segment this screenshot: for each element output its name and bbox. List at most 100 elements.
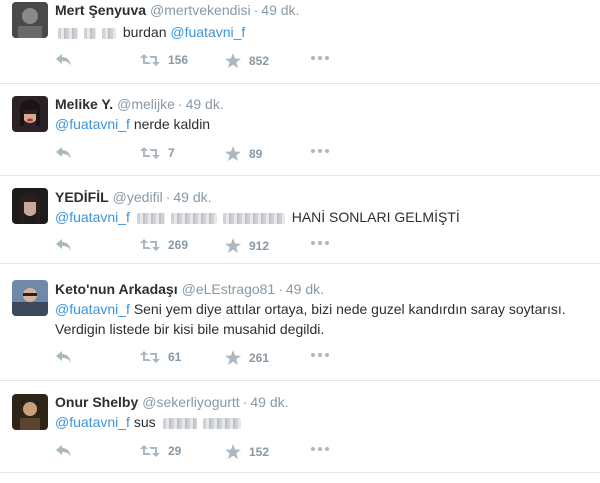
retweet-count: 29 [168,444,182,458]
retweet-button[interactable]: 29 [140,444,181,458]
mention-link[interactable]: @fuatavni_f [170,24,245,40]
timestamp[interactable]: 49 dk. [173,189,211,205]
reply-button[interactable] [55,238,72,252]
reply-icon [56,54,71,66]
reply-icon [56,445,71,457]
favorite-count: 912 [249,238,270,253]
retweet-button[interactable]: 61 [140,350,181,364]
tweet-text-body: nerde kaldin [133,116,211,132]
display-name[interactable]: Keto'nun Arkadaşı [55,281,178,297]
more-button[interactable] [310,148,330,154]
retweet-icon [140,445,160,457]
retweet-count: 61 [168,350,182,364]
more-icon [311,241,329,245]
timestamp[interactable]: 49 dk. [186,96,224,112]
more-icon [311,149,329,153]
avatar[interactable] [12,96,48,132]
tweet-text: @fuatavni_f nerde kaldin [55,114,588,134]
more-icon [311,353,329,357]
mention-link[interactable]: @fuatavni_f [55,209,130,225]
timestamp[interactable]: 49 dk. [261,2,299,18]
username[interactable]: @yedifil [113,189,163,205]
reply-button[interactable] [55,350,72,364]
reply-button[interactable] [55,146,72,160]
tweet-header: Melike Y. @melijke · 49 dk. [55,95,224,113]
mention-link[interactable]: @fuatavni_f [55,414,130,430]
favorite-button[interactable]: 89 [225,146,262,161]
favorite-button[interactable]: 261 [225,350,269,365]
username[interactable]: @eLEstrago81 [182,281,276,297]
reply-button[interactable] [55,444,72,458]
username[interactable]: @mertvekendisi [150,2,251,18]
blurred-text [170,212,217,224]
tweet: Onur Shelby @sekerliyogurtt · 49 dk. @fuata… [0,381,600,473]
favorite-button[interactable]: 152 [225,444,269,459]
mention-link[interactable]: @fuatavni_f [55,301,130,317]
separator: · [165,189,171,205]
more-button[interactable] [310,446,330,452]
tweet-actions: 156 852 [55,53,355,73]
timestamp[interactable]: 49 dk. [250,394,288,410]
tweet-text-body: Seni yem diye attılar ortaya, bizi nede … [55,301,566,337]
reply-button[interactable] [55,53,72,67]
blurred-text [84,27,96,39]
blurred-text [136,212,165,224]
tweet-actions: 61 261 [55,350,355,370]
retweet-button[interactable]: 156 [140,53,188,67]
star-icon [225,53,241,68]
tweet-header: Mert Şenyuva @mertvekendisi · 49 dk. [55,1,299,19]
favorite-count: 89 [249,146,263,161]
username[interactable]: @melijke [117,96,175,112]
display-name[interactable]: YEDİFİL [55,189,109,205]
display-name[interactable]: Onur Shelby [55,394,138,410]
more-button[interactable] [310,352,330,358]
retweet-button[interactable]: 269 [140,238,188,252]
more-icon [311,447,329,451]
star-icon [225,350,241,365]
display-name[interactable]: Melike Y. [55,96,113,112]
separator: · [242,394,248,410]
star-icon [225,146,241,161]
separator: · [278,281,283,297]
username[interactable]: @sekerliyogurtt [142,394,239,410]
tweet-text: burdan @fuatavni_f [55,22,588,42]
avatar[interactable] [12,394,48,430]
star-icon [225,444,241,459]
more-button[interactable] [310,55,330,61]
tweet-text-body: burdan [122,24,167,40]
favorite-count: 852 [249,53,270,68]
favorite-button[interactable]: 852 [225,53,269,68]
avatar[interactable] [12,2,48,38]
separator: · [253,2,259,18]
tweet: Melike Y. @melijke · 49 dk. @fuatavni_f ner… [0,84,600,176]
tweet-header: Onur Shelby @sekerliyogurtt · 49 dk. [55,393,289,411]
avatar[interactable] [12,280,48,316]
tweet-actions: 7 89 [55,146,355,166]
tweet-text: @fuatavni_f sus [55,412,588,432]
tweet-text: @fuatavni_f HANİ SONLARI GELMİŞTİ [55,207,588,227]
favorite-button[interactable]: 912 [225,238,269,253]
blurred-text [162,417,197,429]
tweet-feed: Mert Şenyuva @mertvekendisi · 49 dk. burdan… [0,0,600,483]
more-button[interactable] [310,240,330,246]
avatar[interactable] [12,188,48,224]
retweet-count: 156 [168,53,189,67]
timestamp[interactable]: 49 dk. [286,281,324,297]
retweet-icon [140,239,160,251]
tweet-text: @fuatavni_f Seni yem diye attılar ortaya… [55,299,588,339]
tweet-header: Keto'nun Arkadaşı @eLEstrago81 · 49 dk. [55,280,324,298]
blurred-text [222,212,285,224]
tweet-actions: 269 912 [55,238,355,258]
mention-link[interactable]: @fuatavni_f [55,116,130,132]
tweet-text-body: HANİ SONLARI GELMİŞTİ [291,209,460,225]
reply-icon [56,239,71,251]
retweet-icon [140,351,160,363]
favorite-count: 152 [249,444,270,459]
retweet-button[interactable]: 7 [140,146,175,160]
retweet-count: 269 [168,238,189,252]
blurred-text [58,27,78,39]
display-name[interactable]: Mert Şenyuva [55,2,146,18]
separator: · [177,96,183,112]
blurred-text [202,417,241,429]
tweet-text-body: sus [133,414,156,430]
